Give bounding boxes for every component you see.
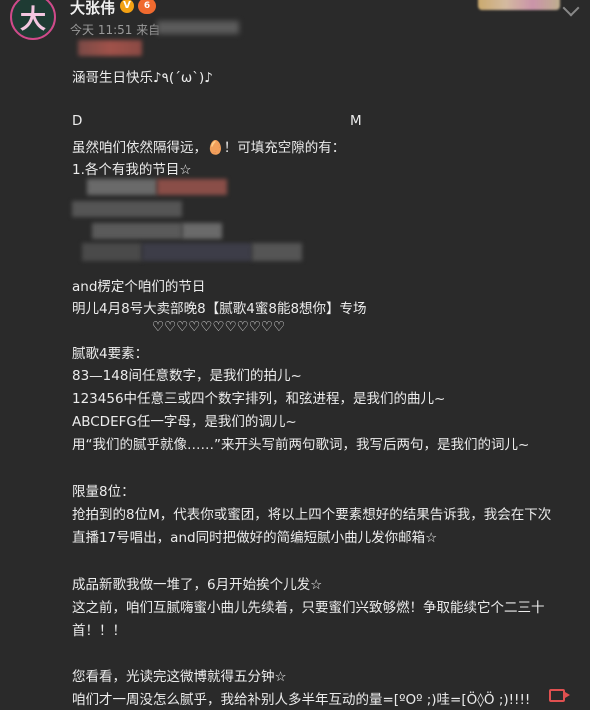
post-line: 明儿4月8号大卖部晚8【腻歌4蜜8能8想你】专场: [72, 301, 367, 317]
post-source-redacted: [157, 21, 239, 34]
hearts-line: ♡♡♡♡♡♡♡♡♡♡♡: [152, 319, 286, 335]
chevron-down-icon[interactable]: [562, 0, 580, 17]
post-line: 这之前，咱们互腻嗨蜜小曲儿先续着，只要蜜们兴致够燃！争取能续它个二三十: [72, 600, 545, 616]
user-name[interactable]: 大张伟: [70, 0, 115, 18]
decoration-emote-strip: [478, 0, 560, 10]
post-line: 83—148间任意数字，是我们的拍儿~: [72, 368, 302, 384]
post-line: and楞定个咱们的节日: [72, 279, 206, 295]
avatar-label: 大: [19, 4, 46, 35]
redacted-block: [72, 177, 312, 265]
post-line: 首！！！: [72, 623, 126, 639]
post-time: 今天 11:51 来自: [70, 23, 161, 37]
post-line: 用“我们的腻乎就像……”来开头写前两句歌词，我写后两句，是我们的词儿~: [72, 437, 530, 453]
post-line: 您看看，光读完这微博就得五分钟☆: [72, 669, 287, 685]
post-line: 抢拍到的8位M，代表你或蜜团，将以上四个要素想好的结果告诉我，我会在下次: [72, 507, 552, 523]
post-line: 成品新歌我做一堆了，6月开始挨个儿发☆: [72, 577, 323, 593]
verified-badge: V: [120, 0, 134, 13]
video-icon[interactable]: [549, 689, 570, 702]
post-line: 虽然咱们依然隔得远，🥚！可填充空隙的有：: [72, 140, 346, 156]
post-line: 123456中任意三或四个数字排列，和弦进程，是我们的曲儿~: [72, 391, 446, 407]
post-m-label: M: [350, 113, 362, 129]
post-line: 涵哥生日快乐♪٩(´ω`)♪: [72, 70, 213, 86]
post-line: 限量8位：: [72, 484, 135, 500]
post-line: 腻歌4要素：: [72, 346, 149, 362]
avatar[interactable]: 大: [10, 0, 56, 40]
post-line: ABCDEFG任一字母，是我们的调儿~: [72, 414, 297, 430]
mention-redacted: [78, 40, 142, 56]
post-line: 1.各个有我的节目☆: [72, 162, 192, 178]
member-level-badge: 6: [138, 0, 156, 14]
post-d-label: D: [72, 113, 83, 129]
post-line: 直播17号唱出，and同时把做好的简编短腻小曲儿发你邮箱☆: [72, 530, 438, 546]
post-line: 咱们才一周没怎么腻乎，我给补别人多半年互动的量=[ºOº ;)哇=[Ö◊Ö ;)…: [72, 692, 531, 708]
